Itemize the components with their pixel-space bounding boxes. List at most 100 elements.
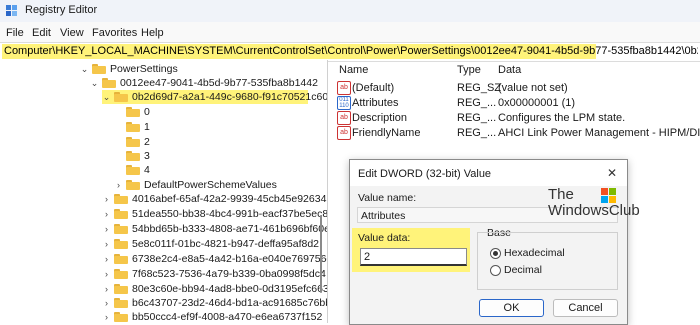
chevron-right-icon[interactable]: › [102, 192, 111, 206]
watermark-line2: WindowsClub [548, 202, 640, 219]
tree-item-label: 5e8c011f-01bc-4821-b947-deffa95af8d2 [132, 238, 320, 250]
folder-icon [126, 165, 140, 175]
tree-item-label: 54bbd65b-b333-4808-ae71-461b696bf60e [132, 223, 328, 235]
menu-bar: File Edit View Favorites Help [0, 22, 700, 42]
hexadecimal-radio[interactable] [490, 248, 501, 259]
registry-editor-icon [6, 5, 17, 16]
tree-item[interactable]: 1 [114, 120, 304, 134]
chevron-right-icon[interactable]: › [102, 267, 111, 281]
chevron-right-icon[interactable]: › [102, 237, 111, 251]
value-type: REG_... [457, 127, 497, 139]
chevron-right-icon[interactable]: › [102, 252, 111, 266]
tree-item[interactable]: › b6c43707-23d2-46d4-bd1a-ac91685c76bb [102, 296, 327, 310]
tree-item[interactable]: 2 [114, 135, 304, 149]
value-data-input[interactable]: 2 [360, 248, 467, 266]
tree-item-label: 2 [144, 136, 150, 148]
address-bar[interactable]: Computer\HKEY_LOCAL_MACHINE\SYSTEM\Curre… [0, 42, 700, 62]
tree-item[interactable]: ⌄ PowerSettings [80, 62, 310, 76]
tree-item-label: 1 [144, 121, 150, 133]
folder-icon [126, 122, 140, 132]
tree-item-label: 0 [144, 106, 150, 118]
tree-item[interactable]: › 6738e2c4-e8a5-4a42-b16a-e040e769756e [102, 252, 327, 266]
chevron-right-icon[interactable]: › [102, 310, 111, 323]
value-data-label: Value data: [358, 232, 411, 244]
column-header-type[interactable]: Type [457, 64, 481, 76]
decimal-label[interactable]: Decimal [504, 264, 542, 276]
folder-icon [114, 209, 128, 219]
tree-item[interactable]: › 80e3c60e-bb94-4ad8-bbe0-0d3195efc663 [102, 282, 327, 296]
window-title: Registry Editor [25, 4, 98, 16]
hexadecimal-label[interactable]: Hexadecimal [504, 247, 565, 259]
watermark-line1: The [548, 186, 574, 203]
tree-item-label: 80e3c60e-bb94-4ad8-bbe0-0d3195efc663 [132, 283, 328, 295]
decimal-radio[interactable] [490, 265, 501, 276]
scrollbar-thumb[interactable] [320, 215, 322, 293]
windows-logo-icon [601, 188, 616, 203]
value-name: (Default) [352, 82, 395, 94]
tree-item[interactable]: › 7f68c523-7536-4a79-b339-0ba0998f5dc4 [102, 267, 326, 281]
string-value-icon: ab [337, 126, 351, 140]
chevron-down-icon[interactable]: ⌄ [102, 90, 111, 104]
tree-item[interactable]: 0 [114, 105, 304, 119]
value-name: FriendlyName [352, 127, 421, 139]
chevron-down-icon[interactable]: ⌄ [80, 62, 89, 76]
tree-item[interactable]: 4 [114, 163, 304, 177]
menu-view[interactable]: View [60, 27, 84, 39]
chevron-right-icon[interactable]: › [102, 222, 111, 236]
close-icon[interactable]: ✕ [607, 166, 617, 180]
tree-item[interactable]: › 54bbd65b-b333-4808-ae71-461b696bf60e [102, 222, 327, 236]
tree-item-label: 4016abef-65af-42a2-9939-45cb45e92634 [132, 193, 327, 205]
folder-icon [114, 312, 128, 322]
folder-icon [114, 254, 128, 264]
address-path[interactable]: Computer\HKEY_LOCAL_MACHINE\SYSTEM\Curre… [4, 45, 698, 57]
tree-item-label: b6c43707-23d2-46d4-bd1a-ac91685c76bb [132, 297, 328, 309]
base-group [477, 232, 618, 290]
string-value-icon: ab [337, 111, 351, 125]
key-tree-pane[interactable]: ⌄ PowerSettings ⌄ 0012ee47-9041-4b5d-9b7… [0, 60, 328, 323]
folder-icon [114, 269, 128, 279]
tree-item-selected[interactable]: ⌄ 0b2d69d7-a2a1-449c-9680-f91c70521c60 [102, 90, 327, 104]
tree-item[interactable]: › DefaultPowerSchemeValues [114, 178, 314, 192]
value-row[interactable]: ab (Default) REG_SZ (value not set) [337, 81, 697, 95]
folder-icon [114, 224, 128, 234]
tree-item[interactable]: › 4016abef-65af-42a2-9939-45cb45e92634 [102, 192, 326, 206]
tree-item[interactable]: › 51dea550-bb38-4bc4-991b-eacf37be5ec8 [102, 207, 327, 221]
tree-item-label: 0012ee47-9041-4b5d-9b77-535fba8b1442 [120, 77, 318, 89]
tree-item[interactable]: › bb50ccc4-ef9f-4008-a470-e6ea6737f152 [102, 310, 322, 323]
value-row[interactable]: ab Description REG_... Configures the LP… [337, 111, 697, 125]
value-row[interactable]: 011 110 Attributes REG_... 0x00000001 (1) [337, 96, 697, 110]
tree-item-label: bb50ccc4-ef9f-4008-a470-e6ea6737f152 [132, 311, 323, 323]
tree-item[interactable]: ⌄ 0012ee47-9041-4b5d-9b77-535fba8b1442 [90, 76, 318, 90]
folder-icon [114, 284, 128, 294]
tree-item-label: PowerSettings [110, 63, 178, 75]
tree-item-label: 6738e2c4-e8a5-4a42-b16a-e040e769756e [132, 253, 328, 265]
tree-item[interactable]: 3 [114, 149, 304, 163]
folder-icon [126, 107, 140, 117]
value-row[interactable]: ab FriendlyName REG_... AHCI Link Power … [337, 126, 700, 140]
chevron-right-icon[interactable]: › [114, 178, 123, 192]
menu-edit[interactable]: Edit [32, 27, 51, 39]
value-type: REG_... [457, 97, 497, 109]
menu-favorites[interactable]: Favorites [92, 27, 137, 39]
value-type: REG_SZ [457, 82, 502, 94]
value-name-label: Value name: [358, 192, 417, 204]
column-header-name[interactable]: Name [339, 64, 368, 76]
menu-help[interactable]: Help [141, 27, 164, 39]
chevron-down-icon[interactable]: ⌄ [90, 76, 99, 90]
chevron-right-icon[interactable]: › [102, 207, 111, 221]
tree-scrollbar[interactable] [316, 60, 326, 323]
value-data: AHCI Link Power Management - HIPM/DIPM [498, 127, 700, 139]
ok-button[interactable]: OK [479, 299, 544, 317]
cancel-button[interactable]: Cancel [553, 299, 618, 317]
chevron-right-icon[interactable]: › [102, 296, 111, 310]
column-header-data[interactable]: Data [498, 64, 521, 76]
folder-icon [126, 137, 140, 147]
tree-item-label: 51dea550-bb38-4bc4-991b-eacf37be5ec8 [132, 208, 328, 220]
folder-icon [114, 298, 128, 308]
tree-item[interactable]: › 5e8c011f-01bc-4821-b947-deffa95af8d2 [102, 237, 319, 251]
edit-dword-dialog: Edit DWORD (32-bit) Value ✕ Value name: … [349, 159, 628, 325]
title-bar: Registry Editor [0, 0, 700, 22]
chevron-right-icon[interactable]: › [102, 282, 111, 296]
value-type: REG_... [457, 112, 497, 124]
menu-file[interactable]: File [6, 27, 24, 39]
